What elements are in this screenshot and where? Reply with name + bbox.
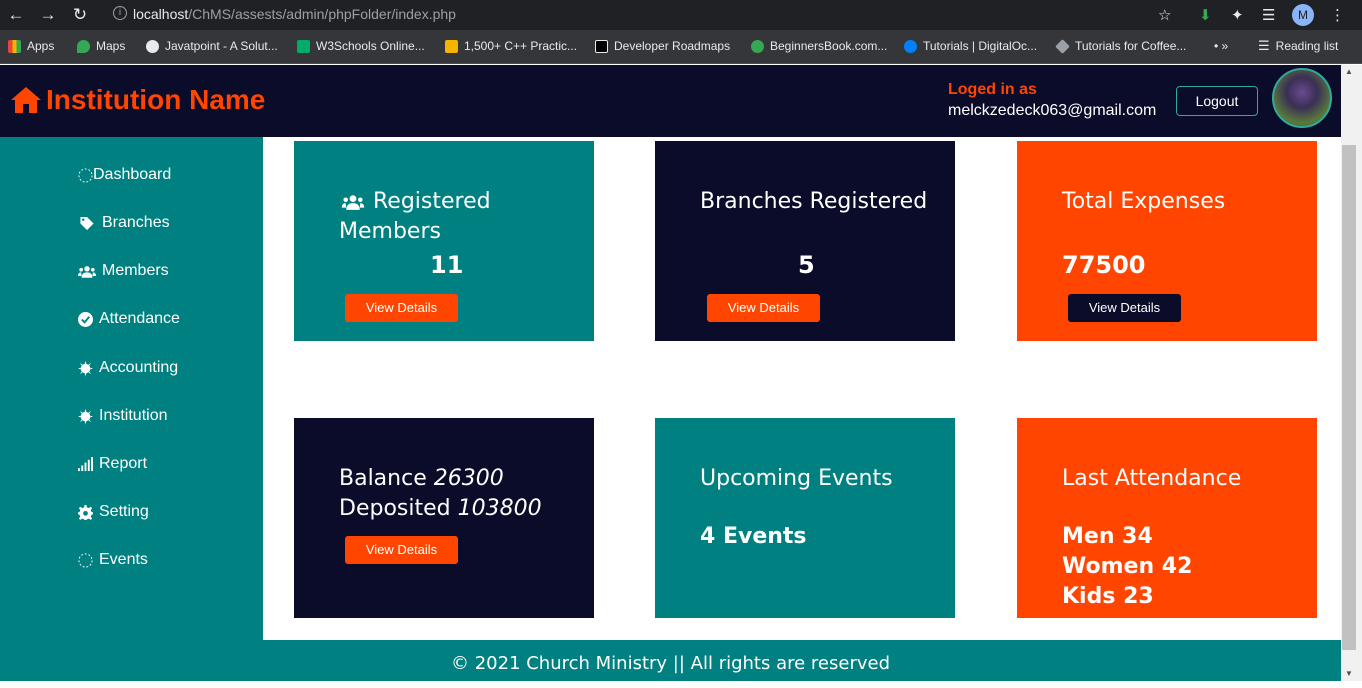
digitalocean-icon: [904, 39, 917, 53]
card-last-attendance: Last Attendance Men 34 Women 42 Kids 23: [1017, 418, 1317, 618]
bookmark-beginnersbook[interactable]: BeginnersBook.com...: [751, 38, 887, 54]
menu-icon[interactable]: ⋮: [1330, 6, 1345, 24]
branches-count: 5: [798, 251, 815, 279]
attendance-kids: Kids 23: [1062, 584, 1154, 609]
sidebar-item-attendance[interactable]: Attendance: [78, 310, 180, 328]
check-circle-icon: [78, 311, 93, 327]
sidebar-item-accounting[interactable]: Accounting: [78, 359, 178, 377]
avatar[interactable]: [1272, 68, 1332, 128]
bookmark-apps[interactable]: Apps: [8, 38, 54, 54]
card-upcoming-events: Upcoming Events 4 Events: [655, 418, 955, 618]
members-count: 11: [430, 251, 464, 279]
cpp-icon: [445, 39, 458, 53]
signal-icon: [78, 456, 93, 471]
javatpoint-icon: [146, 39, 159, 53]
brand-name: Institution Name: [46, 84, 266, 115]
footer: © 2021 Church Ministry || All rights are…: [0, 640, 1341, 681]
apps-icon: [8, 39, 21, 53]
gear-icon: [78, 504, 93, 520]
users-icon: [78, 265, 96, 278]
card-title: Branches Registered: [700, 189, 928, 214]
deposited-value: 103800: [457, 496, 542, 521]
card-balance: Balance 26300 Deposited 103800 View Deta…: [294, 418, 594, 618]
card-title: Last Attendance: [1062, 466, 1242, 491]
profile-avatar[interactable]: M: [1292, 4, 1314, 26]
bookmark-javatpoint[interactable]: Javatpoint - A Solut...: [146, 38, 278, 54]
w3schools-icon: [297, 39, 310, 53]
card-total-expenses: Total Expenses 77500 View Details: [1017, 141, 1317, 341]
sidebar-item-branches[interactable]: Branches: [78, 214, 170, 232]
users-icon: [341, 195, 365, 210]
sidebar-item-members[interactable]: Members: [78, 262, 169, 280]
card-title: Members: [339, 219, 441, 244]
reading-list-icon: ☰: [1258, 38, 1270, 53]
bookmark-maps[interactable]: Maps: [77, 38, 125, 54]
logout-button[interactable]: Logout: [1176, 86, 1258, 116]
sidebar-item-report[interactable]: Report: [78, 455, 147, 473]
attendance-men: Men 34: [1062, 524, 1153, 549]
bookmark-digitalocean[interactable]: Tutorials | DigitalOc...: [904, 38, 1037, 54]
card-title: Total Expenses: [1062, 189, 1226, 214]
scroll-up-icon[interactable]: ▲: [1345, 67, 1353, 76]
view-details-button[interactable]: View Details: [345, 536, 458, 564]
balance-line: Balance 26300: [339, 466, 504, 491]
roadmaps-icon: [595, 39, 608, 53]
bookmark-w3schools[interactable]: W3Schools Online...: [297, 38, 425, 54]
events-count: 4 Events: [700, 524, 807, 549]
scroll-down-icon[interactable]: ▼: [1345, 669, 1353, 678]
sun-icon: [78, 360, 93, 376]
spinner-icon: [78, 552, 93, 568]
card-title: Registered: [373, 189, 491, 214]
bookmark-cpp[interactable]: 1,500+ C++ Practic...: [445, 38, 577, 54]
coffee-icon: [1055, 38, 1070, 54]
bookmark-roadmaps[interactable]: Developer Roadmaps: [595, 38, 730, 54]
url-text[interactable]: localhost/ChMS/assests/admin/phpFolder/i…: [133, 6, 456, 22]
attendance-women: Women 42: [1062, 554, 1193, 579]
sidebar-item-institution[interactable]: Institution: [78, 407, 167, 425]
media-icon[interactable]: ☰: [1262, 6, 1275, 24]
logged-in-label: Loged in as: [948, 81, 1037, 98]
reload-icon[interactable]: ↻: [70, 5, 90, 25]
view-details-button[interactable]: View Details: [1068, 294, 1181, 322]
view-details-button[interactable]: View Details: [345, 294, 458, 322]
beginnersbook-icon: [751, 39, 764, 53]
sidebar-item-events[interactable]: Events: [78, 551, 148, 569]
user-email: melckzedeck063@gmail.com: [948, 102, 1157, 119]
card-title: Upcoming Events: [700, 466, 893, 491]
sidebar-item-setting[interactable]: Setting: [78, 503, 149, 521]
info-icon[interactable]: i: [113, 6, 127, 20]
sun-icon: [78, 408, 93, 424]
bookmarks-overflow-icon[interactable]: • »: [1214, 38, 1228, 54]
extensions-icon[interactable]: ✦: [1231, 6, 1244, 24]
spinner-icon: [78, 167, 93, 183]
view-details-button[interactable]: View Details: [707, 294, 820, 322]
card-registered-members: Registered Members 11 View Details: [294, 141, 594, 341]
card-branches-registered: Branches Registered 5 View Details: [655, 141, 955, 341]
reading-list[interactable]: ☰ Reading list: [1258, 38, 1338, 54]
expenses-amount: 77500: [1062, 251, 1146, 279]
brand[interactable]: Institution Name: [10, 84, 265, 116]
balance-value: 26300: [433, 466, 504, 491]
star-icon[interactable]: ☆: [1158, 6, 1171, 24]
download-icon[interactable]: ⬇: [1199, 6, 1212, 24]
bookmark-coffee[interactable]: Tutorials for Coffee...: [1055, 38, 1186, 54]
scrollbar-thumb[interactable]: [1342, 145, 1356, 650]
forward-icon[interactable]: →: [38, 5, 58, 25]
browser-toolbar: ← → ↻ i localhost/ChMS/assests/admin/php…: [0, 0, 1362, 30]
back-icon[interactable]: ←: [6, 5, 26, 25]
home-icon: [11, 87, 41, 113]
deposited-line: Deposited 103800: [339, 496, 542, 521]
tags-icon: [80, 216, 94, 230]
maps-icon: [77, 39, 90, 53]
sidebar-item-dashboard[interactable]: Dashboard: [78, 166, 171, 184]
